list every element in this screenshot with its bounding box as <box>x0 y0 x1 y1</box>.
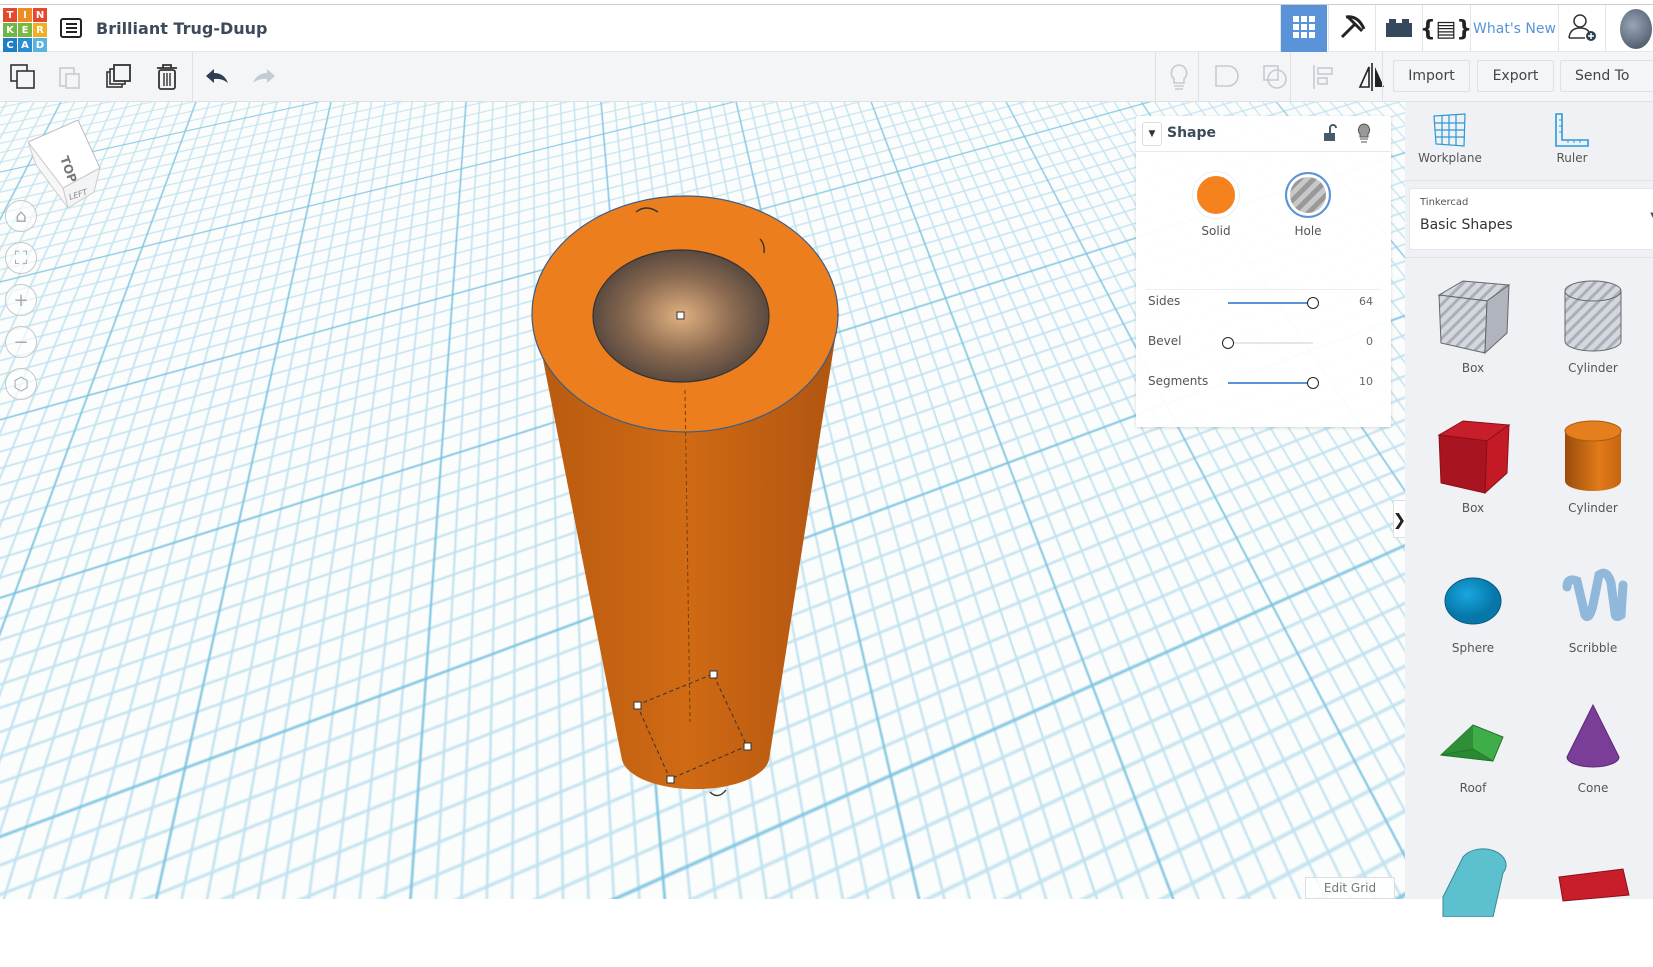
logo-letter: R <box>33 23 47 37</box>
shape-item-scribble[interactable]: Scribble <box>1533 557 1653 687</box>
slider-handle[interactable] <box>1307 297 1319 309</box>
box-shape-icon <box>1413 277 1533 357</box>
project-title[interactable]: Brilliant Trug-Duup <box>96 19 267 38</box>
shape-label: Cone <box>1577 781 1609 795</box>
box-shape-icon <box>1413 417 1533 497</box>
workplane-icon <box>1433 113 1466 147</box>
shape-label: Roof <box>1459 781 1487 795</box>
shape-item-partial[interactable] <box>1413 837 1533 967</box>
cylinder-shape-icon <box>1533 417 1653 497</box>
prop-label: Bevel <box>1148 334 1182 348</box>
shape-label: Cylinder <box>1568 501 1618 515</box>
logo-letter: E <box>18 23 32 37</box>
grid-icon <box>1293 16 1315 42</box>
inspector-title: Shape <box>1167 125 1217 141</box>
shape-label: Scribble <box>1568 641 1618 655</box>
slider-handle[interactable] <box>1307 377 1319 389</box>
logo-letter: N <box>33 8 47 22</box>
visibility-bulb-icon[interactable] <box>1357 123 1371 147</box>
hole-label: Hole <box>1294 224 1322 238</box>
text-shape-icon <box>1558 868 1630 902</box>
prop-label: Sides <box>1148 294 1181 308</box>
shape-label: Cylinder <box>1568 361 1618 375</box>
logo-letter: D <box>33 38 47 52</box>
cone-shape-icon <box>1533 697 1653 777</box>
library-name: Basic Shapes <box>1420 217 1513 233</box>
export-button[interactable]: Export <box>1477 60 1554 92</box>
sphere-shape-icon <box>1413 557 1533 637</box>
shape-item-roof[interactable]: Roof <box>1413 697 1533 827</box>
cylinder-partial-icon <box>1442 848 1507 917</box>
logo-letter: A <box>18 38 32 52</box>
edit-toolbar: Import Export Send To <box>0 52 1653 102</box>
undo-icon[interactable] <box>202 62 232 92</box>
paste-icon[interactable] <box>55 62 85 92</box>
code-braces-icon: {▤} <box>1419 16 1473 42</box>
hole-button[interactable] <box>1285 172 1331 218</box>
logo-letter: I <box>18 8 32 22</box>
prop-value[interactable]: 10 <box>1359 375 1373 388</box>
scribble-shape-icon <box>1533 557 1653 637</box>
workplane-tool[interactable]: Workplane <box>1405 112 1495 165</box>
solid-color-button[interactable] <box>1193 172 1239 218</box>
import-button[interactable]: Import <box>1393 60 1470 92</box>
collapse-inspector-button[interactable]: ▼ <box>1142 122 1162 146</box>
bevel-slider[interactable] <box>1228 342 1313 344</box>
shape-item-cylinder[interactable]: Cylinder <box>1533 417 1653 547</box>
shape-item-box[interactable]: Box <box>1413 277 1533 407</box>
3d-design-view-button[interactable] <box>1280 5 1327 53</box>
slider-handle[interactable] <box>1222 337 1234 349</box>
duplicate-icon[interactable] <box>104 62 134 92</box>
segments-slider[interactable] <box>1228 382 1313 384</box>
logo-letter: T <box>3 8 17 22</box>
add-user-button[interactable] <box>1558 5 1605 53</box>
logo-letter: C <box>3 38 17 52</box>
library-source: Tinkercad <box>1420 197 1469 208</box>
ruler-icon <box>1555 113 1589 147</box>
ungroup-icon[interactable] <box>1260 62 1290 92</box>
shape-item-cone[interactable]: Cone <box>1533 697 1653 827</box>
shape-label: Sphere <box>1451 641 1495 655</box>
shape-item-cylinder[interactable]: Cylinder <box>1533 277 1653 407</box>
redo-icon[interactable] <box>249 62 279 92</box>
group-icon[interactable] <box>1212 62 1242 92</box>
ruler-tool[interactable]: Ruler <box>1527 112 1617 165</box>
shape-library-select[interactable]: Tinkercad Basic Shapes ▼ <box>1409 188 1653 250</box>
logo-letter: K <box>3 23 17 37</box>
top-bar: TIN KER CAD Brilliant Trug-Duup {▤} What's… <box>0 4 1653 53</box>
shape-inspector: ▼ Shape Solid Hole Sides 64 Bevel 0 Segmen… <box>1136 116 1391 427</box>
tinkercad-logo[interactable]: TIN KER CAD <box>3 8 47 52</box>
shapes-panel: Workplane Ruler Tinkercad Basic Shapes ▼… <box>1405 102 1653 917</box>
sides-slider[interactable] <box>1228 302 1313 304</box>
cylinder-shape-icon <box>1533 277 1653 357</box>
user-avatar[interactable] <box>1605 5 1652 53</box>
shape-label: Box <box>1461 361 1485 375</box>
user-add-icon <box>1567 12 1597 46</box>
solid-label: Solid <box>1201 224 1231 238</box>
bricks-view-button[interactable] <box>1375 5 1422 53</box>
shape-item-box[interactable]: Box <box>1413 417 1533 547</box>
whats-new-link[interactable]: What's New <box>1470 5 1558 53</box>
prop-label: Segments <box>1148 374 1209 388</box>
shape-item-text[interactable] <box>1533 837 1653 967</box>
minecraft-view-button[interactable] <box>1328 5 1375 53</box>
brick-icon <box>1386 17 1412 41</box>
edit-grid-button[interactable]: Edit Grid <box>1305 877 1395 899</box>
workplane-label: Workplane <box>1418 151 1482 165</box>
ruler-label: Ruler <box>1556 151 1588 165</box>
shape-item-sphere[interactable]: Sphere <box>1413 557 1533 687</box>
shape-label: Box <box>1461 501 1485 515</box>
prop-value[interactable]: 64 <box>1359 295 1373 308</box>
copy-icon[interactable] <box>8 62 38 92</box>
prop-value[interactable]: 0 <box>1366 335 1373 348</box>
roof-shape-icon <box>1413 697 1533 777</box>
pickaxe-icon <box>1338 13 1366 45</box>
lock-icon[interactable] <box>1323 124 1337 146</box>
align-icon[interactable] <box>1308 62 1338 92</box>
lightbulb-icon[interactable] <box>1164 62 1194 92</box>
trash-icon[interactable] <box>152 62 182 92</box>
codeblocks-button[interactable]: {▤} <box>1419 5 1473 53</box>
design-list-icon[interactable] <box>60 18 82 38</box>
send-to-button[interactable]: Send To <box>1560 60 1653 92</box>
